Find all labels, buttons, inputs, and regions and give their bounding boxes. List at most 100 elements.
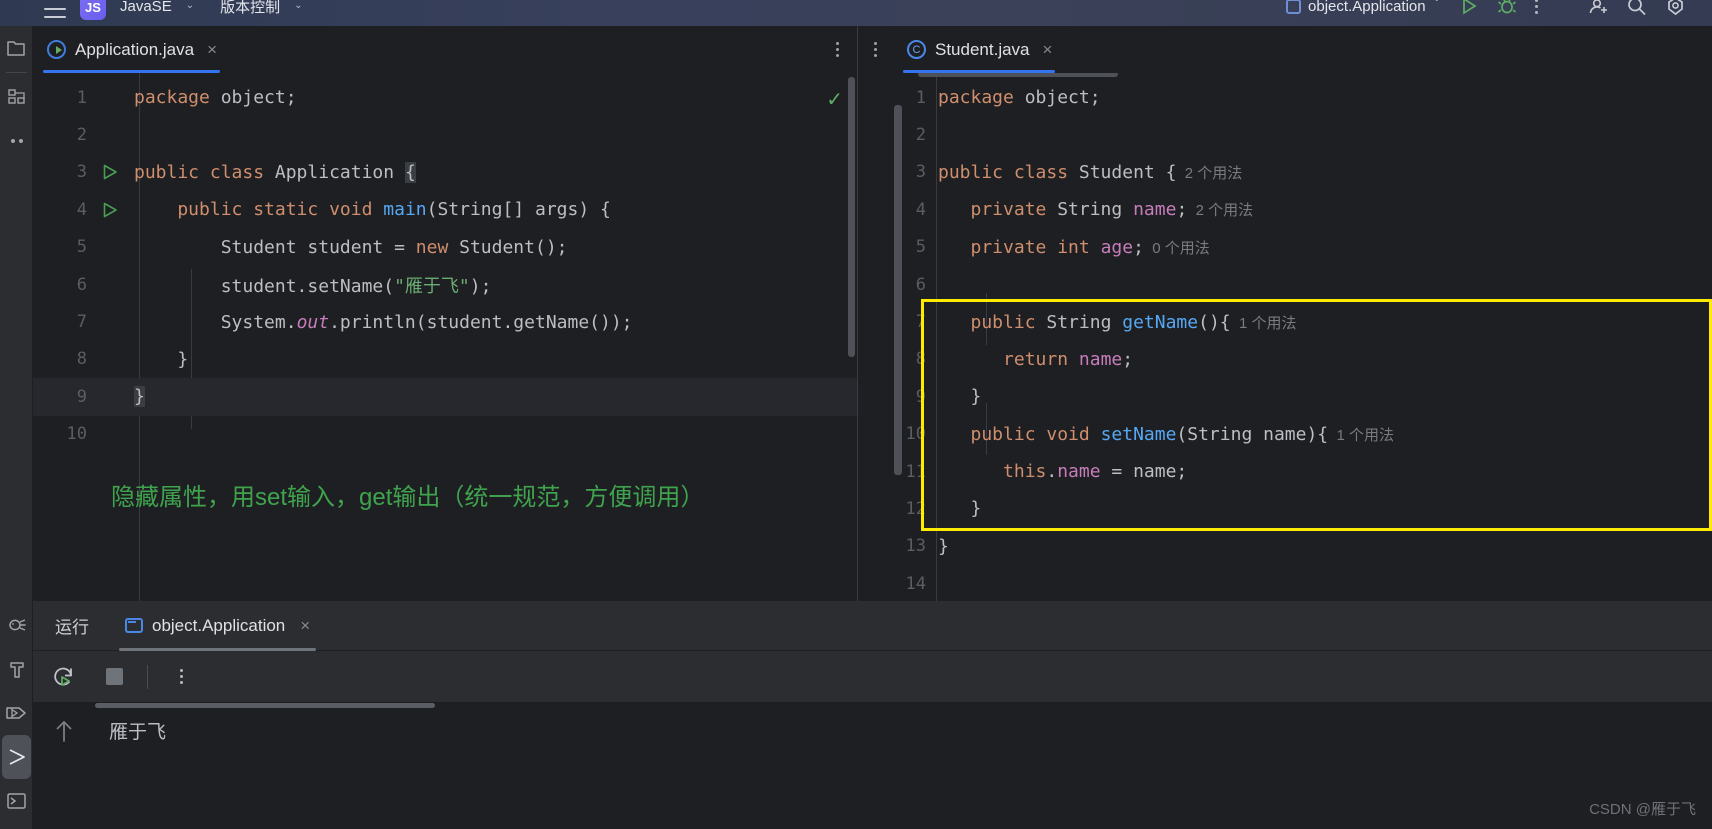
code-text: } [938,498,982,520]
code-line[interactable]: 3 public class Student { 2 个用法 [858,154,1712,191]
project-name-label[interactable]: JavaSE [120,0,172,15]
editor-scrollbar-right[interactable] [894,105,902,475]
toolbar-right-group: object.Application ⌄ [1286,0,1712,23]
run-console[interactable]: 雁于飞 [33,703,1712,829]
run-tool-window: 运行 object.Application × 雁于飞 CSDN @雁于飞 [33,601,1712,829]
run-icon[interactable] [1459,0,1479,16]
code-line[interactable]: 4 public static void main(String[] args)… [33,191,857,228]
stop-icon[interactable] [97,660,131,694]
code-text: } [938,535,949,557]
editor-pane-left: Application.java × ✓ 1 package object; 2 3 p… [33,26,857,601]
editor-scrollbar-left[interactable] [848,77,855,357]
code-line[interactable]: 9 } [858,378,1712,415]
console-top-scrollbar[interactable] [95,703,435,708]
code-line[interactable]: 9} [33,378,857,416]
code-text: private String name; 2 个用法 [938,199,1254,221]
sidebar-item-more[interactable] [0,119,33,163]
editor-split-area: Application.java × ✓ 1 package object; 2 3 p… [33,26,1712,601]
code-text: } [134,386,145,408]
code-line[interactable]: 5 private int age; 0 个用法 [858,229,1712,266]
code-editor-right[interactable]: 1 package object; 2 3 public class Student {… [858,73,1712,601]
sidebar-item-run[interactable] [0,691,33,735]
code-line[interactable]: 10 [33,416,857,453]
code-line[interactable]: 7 public String getName(){ 1 个用法 [858,303,1712,340]
code-line[interactable]: 7 System.out.println(student.getName()); [33,303,857,340]
project-badge[interactable]: JS [80,0,106,20]
code-text: Student student = new Student(); [134,236,568,258]
debug-icon[interactable] [1497,0,1517,16]
hamburger-menu-icon[interactable] [44,6,66,20]
code-annotation-note: 隐藏属性，用set输入，get输出（统一规范，方便调用） [111,484,705,511]
code-line[interactable]: 2 [33,116,857,153]
code-text: public class Student { 2 个用法 [938,161,1243,183]
tab-application-java[interactable]: Application.java × [33,26,230,73]
editor-hscrollbar-right[interactable] [918,73,1118,77]
run-tab-close-icon[interactable]: × [300,616,310,636]
line-number: 1 [76,87,87,108]
java-runnable-class-icon [47,40,66,59]
code-line[interactable]: 13} [858,528,1712,565]
code-text: return name; [938,348,1134,370]
chevron-down-icon[interactable]: ⌄ [186,0,194,11]
code-line[interactable]: 1 package object; [33,79,857,116]
code-line[interactable]: 10 public void setName(String name){ 1 个… [858,416,1712,453]
code-line[interactable]: 8 } [33,341,857,378]
code-text: } [938,386,982,408]
sidebar-item-debug[interactable] [0,603,33,647]
code-text: package object; [134,87,297,109]
run-configuration-selector[interactable]: object.Application ⌄ [1286,0,1441,15]
code-line[interactable]: 12 } [858,490,1712,527]
line-number: 3 [76,162,87,183]
run-gutter-icon[interactable] [97,201,123,219]
editor-pane-right: C Student.java × 1 package object; 2 3 publi… [857,26,1712,601]
more-options-icon[interactable] [1535,0,1538,14]
toolbar-left-group: JS JavaSE ⌄ 版本控制 ⌄ [0,0,303,26]
scroll-up-icon[interactable] [53,719,75,829]
sidebar-item-services[interactable] [2,735,31,779]
watermark-label: CSDN @雁于飞 [1589,801,1696,818]
ide-window: JS JavaSE ⌄ 版本控制 ⌄ object.Application ⌄ [0,0,1712,829]
tab-close-icon[interactable]: × [207,40,217,60]
run-window-title: 运行 [55,618,89,637]
code-text: this.name = name; [938,461,1188,483]
vcs-label[interactable]: 版本控制 [220,0,280,17]
code-line[interactable]: 11 this.name = name; [858,453,1712,490]
run-tab-bar: 运行 object.Application × [33,601,1712,651]
code-text: private int age; 0 个用法 [938,236,1210,258]
chevron-down-icon-runcfg: ⌄ [1433,0,1441,4]
code-line[interactable]: 6 [858,266,1712,303]
sidebar-item-structure[interactable] [0,75,33,119]
console-output-line: 雁于飞 [109,721,167,743]
code-lines-left: 1 package object; 2 3 public class Applicati… [33,73,857,453]
settings-icon[interactable] [1665,0,1686,16]
code-editor-left[interactable]: ✓ 1 package object; 2 3 public class Applica… [33,73,857,601]
tab-close-icon[interactable]: × [1043,40,1053,60]
code-line[interactable]: 3 public class Application { [33,154,857,191]
code-line[interactable]: 2 [858,116,1712,153]
code-line[interactable]: 14 [858,565,1712,601]
line-number: 2 [76,125,87,146]
sidebar-item-terminal[interactable] [0,779,33,823]
chevron-down-icon-vcs[interactable]: ⌄ [294,0,302,11]
run-more-options-icon[interactable] [164,660,198,694]
line-number: 14 [905,573,926,594]
code-line[interactable]: 6 student.setName("雁于飞"); [33,266,857,303]
sidebar-item-project[interactable] [0,26,33,70]
run-gutter-icon[interactable] [97,163,123,181]
code-text: package object; [938,87,1101,109]
code-line[interactable]: 1 package object; [858,79,1712,116]
add-user-icon[interactable] [1586,0,1608,16]
run-tab-object-application[interactable]: object.Application × [111,601,324,651]
editor-tabs-overflow-icon[interactable] [818,42,857,57]
code-lines-right: 1 package object; 2 3 public class Student {… [858,73,1712,601]
sidebar-item-build[interactable] [0,647,33,691]
editor-tabs-left: Application.java × [33,26,857,73]
editor-tabs-overflow-icon-right[interactable] [858,42,893,57]
rerun-icon[interactable] [47,660,81,694]
code-line[interactable]: 5 Student student = new Student(); [33,229,857,266]
tab-student-java[interactable]: C Student.java × [893,26,1065,73]
search-icon[interactable] [1626,0,1647,16]
code-line[interactable]: 4 private String name; 2 个用法 [858,191,1712,228]
code-line[interactable]: 8 return name; [858,341,1712,378]
run-tab-label: object.Application [152,615,286,635]
